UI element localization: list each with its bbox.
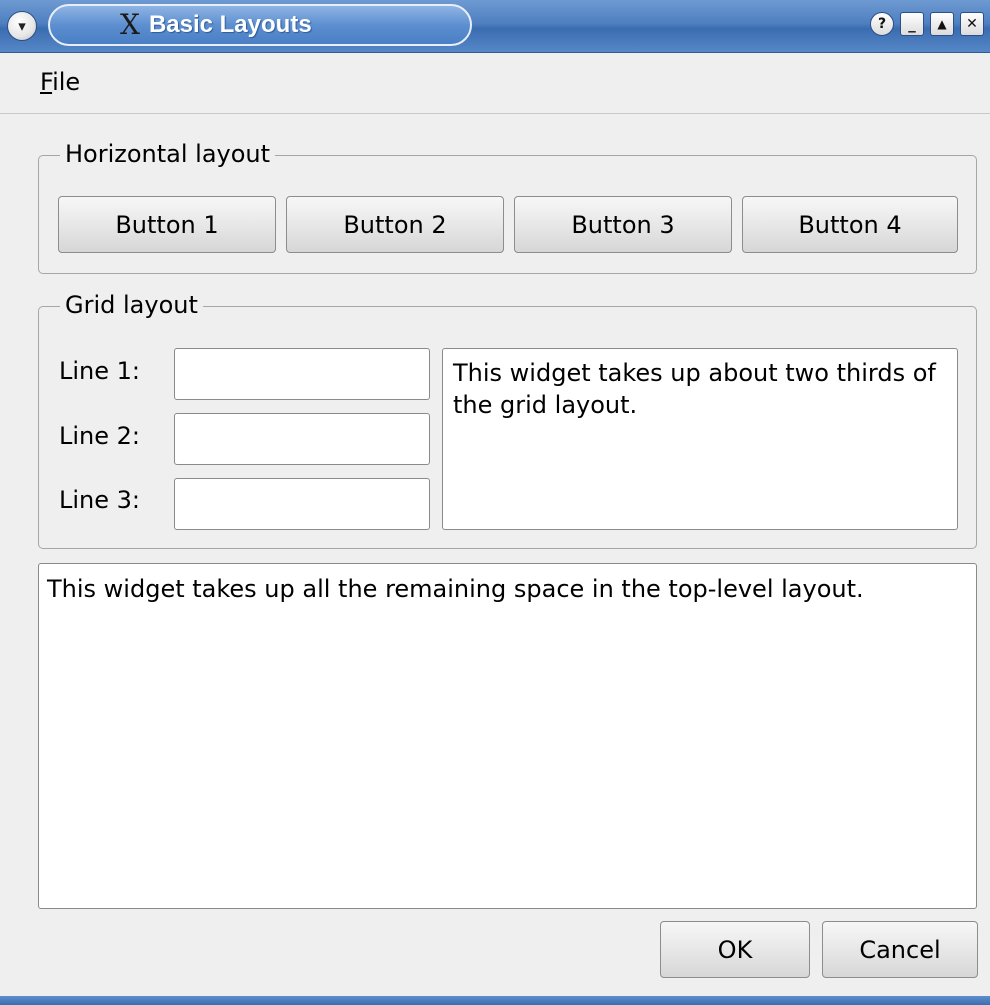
window-menu-button[interactable]: ▾ xyxy=(7,11,37,41)
grid-layout-title: Grid layout xyxy=(60,287,203,323)
menu-file[interactable]: File xyxy=(38,68,82,96)
ok-button[interactable]: OK xyxy=(660,921,810,978)
help-icon: ? xyxy=(877,16,887,32)
file-mnemonic: F xyxy=(40,68,53,96)
menu-bar: File xyxy=(0,53,990,114)
minimize-icon: _ xyxy=(908,14,916,33)
line-2-label: Line 2: xyxy=(59,422,140,450)
maximize-button[interactable]: ▲ xyxy=(930,12,954,36)
main-text-edit[interactable]: This widget takes up all the remaining s… xyxy=(38,563,977,909)
help-button[interactable]: ? xyxy=(870,12,894,36)
close-button[interactable]: ✕ xyxy=(960,12,984,36)
grid-layout-group: Grid layout Line 1: Line 2: Line 3: This… xyxy=(38,287,977,549)
line-3-input[interactable] xyxy=(174,478,430,530)
x-logo-icon: Ⅹ xyxy=(120,8,140,41)
window-controls: ? _ ▲ ✕ xyxy=(870,12,984,36)
button-1[interactable]: Button 1 xyxy=(58,196,276,253)
line-2-input[interactable] xyxy=(174,413,430,465)
button-4[interactable]: Button 4 xyxy=(742,196,958,253)
chevron-down-icon: ▾ xyxy=(18,16,26,35)
maximize-icon: ▲ xyxy=(937,17,947,31)
line-3-label: Line 3: xyxy=(59,486,140,514)
cancel-button[interactable]: Cancel xyxy=(822,921,978,978)
window-bottom-border xyxy=(0,996,990,1005)
horizontal-layout-title: Horizontal layout xyxy=(60,136,276,172)
button-3[interactable]: Button 3 xyxy=(514,196,732,253)
line-1-input[interactable] xyxy=(174,348,430,400)
minimize-button[interactable]: _ xyxy=(900,12,924,36)
window-title: Basic Layouts xyxy=(148,11,312,38)
line-1-label: Line 1: xyxy=(59,357,140,385)
horizontal-layout-group: Horizontal layout Button 1 Button 2 Butt… xyxy=(38,136,977,274)
file-label: ile xyxy=(52,68,81,96)
close-icon: ✕ xyxy=(966,16,978,32)
grid-text-edit[interactable]: This widget takes up about two thirds of… xyxy=(442,348,958,530)
button-2[interactable]: Button 2 xyxy=(286,196,504,253)
title-bar[interactable]: ▾ Ⅹ Basic Layouts ? _ ▲ ✕ xyxy=(0,0,990,53)
title-pill: Ⅹ Basic Layouts xyxy=(48,4,472,46)
